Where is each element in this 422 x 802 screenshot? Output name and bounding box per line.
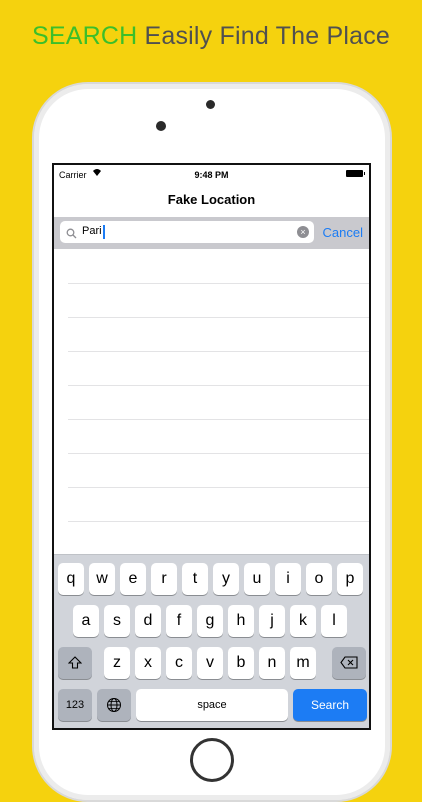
space-key[interactable]: space [136, 689, 288, 721]
key-u[interactable]: u [244, 563, 270, 595]
home-button[interactable] [190, 738, 234, 782]
list-divider [68, 385, 369, 386]
backspace-icon [340, 656, 358, 669]
results-list [54, 251, 369, 555]
list-divider [68, 317, 369, 318]
numbers-key[interactable]: 123 [58, 689, 92, 721]
key-c[interactable]: c [166, 647, 192, 679]
list-divider [68, 521, 369, 522]
headline-accent: SEARCH [31, 22, 138, 50]
globe-icon [107, 697, 121, 712]
key-g[interactable]: g [197, 605, 223, 637]
key-p[interactable]: p [337, 563, 363, 595]
status-time: 9:48 PM [194, 170, 229, 180]
key-t[interactable]: t [182, 563, 208, 595]
key-o[interactable]: o [306, 563, 332, 595]
key-k[interactable]: k [290, 605, 316, 637]
key-b[interactable]: b [228, 647, 254, 679]
cancel-button[interactable]: Cancel [323, 225, 363, 240]
battery-icon [346, 170, 365, 177]
key-w[interactable]: w [89, 563, 115, 595]
key-i[interactable]: i [275, 563, 301, 595]
key-e[interactable]: e [120, 563, 146, 595]
key-l[interactable]: l [321, 605, 347, 637]
camera-icon [156, 121, 166, 131]
nav-title: Fake Location [167, 192, 256, 207]
key-f[interactable]: f [166, 605, 192, 637]
search-key[interactable]: Search [293, 689, 367, 721]
text-caret [103, 225, 105, 239]
shift-key[interactable] [58, 647, 92, 679]
key-y[interactable]: y [213, 563, 239, 595]
clear-icon[interactable]: × [297, 226, 309, 238]
list-divider [68, 283, 369, 284]
key-h[interactable]: h [228, 605, 254, 637]
list-divider [68, 419, 369, 420]
key-z[interactable]: z [104, 647, 130, 679]
list-divider [68, 487, 369, 488]
search-bar: Pari × Cancel [54, 217, 369, 249]
headline-rest: Easily Find The Place [144, 22, 391, 50]
key-x[interactable]: x [135, 647, 161, 679]
key-d[interactable]: d [135, 605, 161, 637]
status-bar: Carrier 9:48 PM [54, 165, 369, 185]
list-divider [68, 453, 369, 454]
globe-key[interactable] [97, 689, 131, 721]
search-value: Pari [82, 225, 102, 237]
key-j[interactable]: j [259, 605, 285, 637]
phone-screen: Carrier 9:48 PM Fake Location Pari × Can… [52, 163, 371, 730]
key-n[interactable]: n [259, 647, 285, 679]
key-r[interactable]: r [151, 563, 177, 595]
search-input[interactable]: Pari × [60, 221, 314, 243]
key-v[interactable]: v [197, 647, 223, 679]
list-divider [68, 351, 369, 352]
key-m[interactable]: m [290, 647, 316, 679]
key-a[interactable]: a [73, 605, 99, 637]
key-s[interactable]: s [104, 605, 130, 637]
search-icon [66, 226, 77, 244]
speaker-icon [206, 100, 215, 109]
shift-icon [67, 655, 83, 669]
headline: SEARCH Easily Find The Place [0, 22, 422, 51]
delete-key[interactable] [332, 647, 366, 679]
keyboard: q w e r t y u i o p a s d f g h j k l z … [54, 554, 369, 728]
key-q[interactable]: q [58, 563, 84, 595]
